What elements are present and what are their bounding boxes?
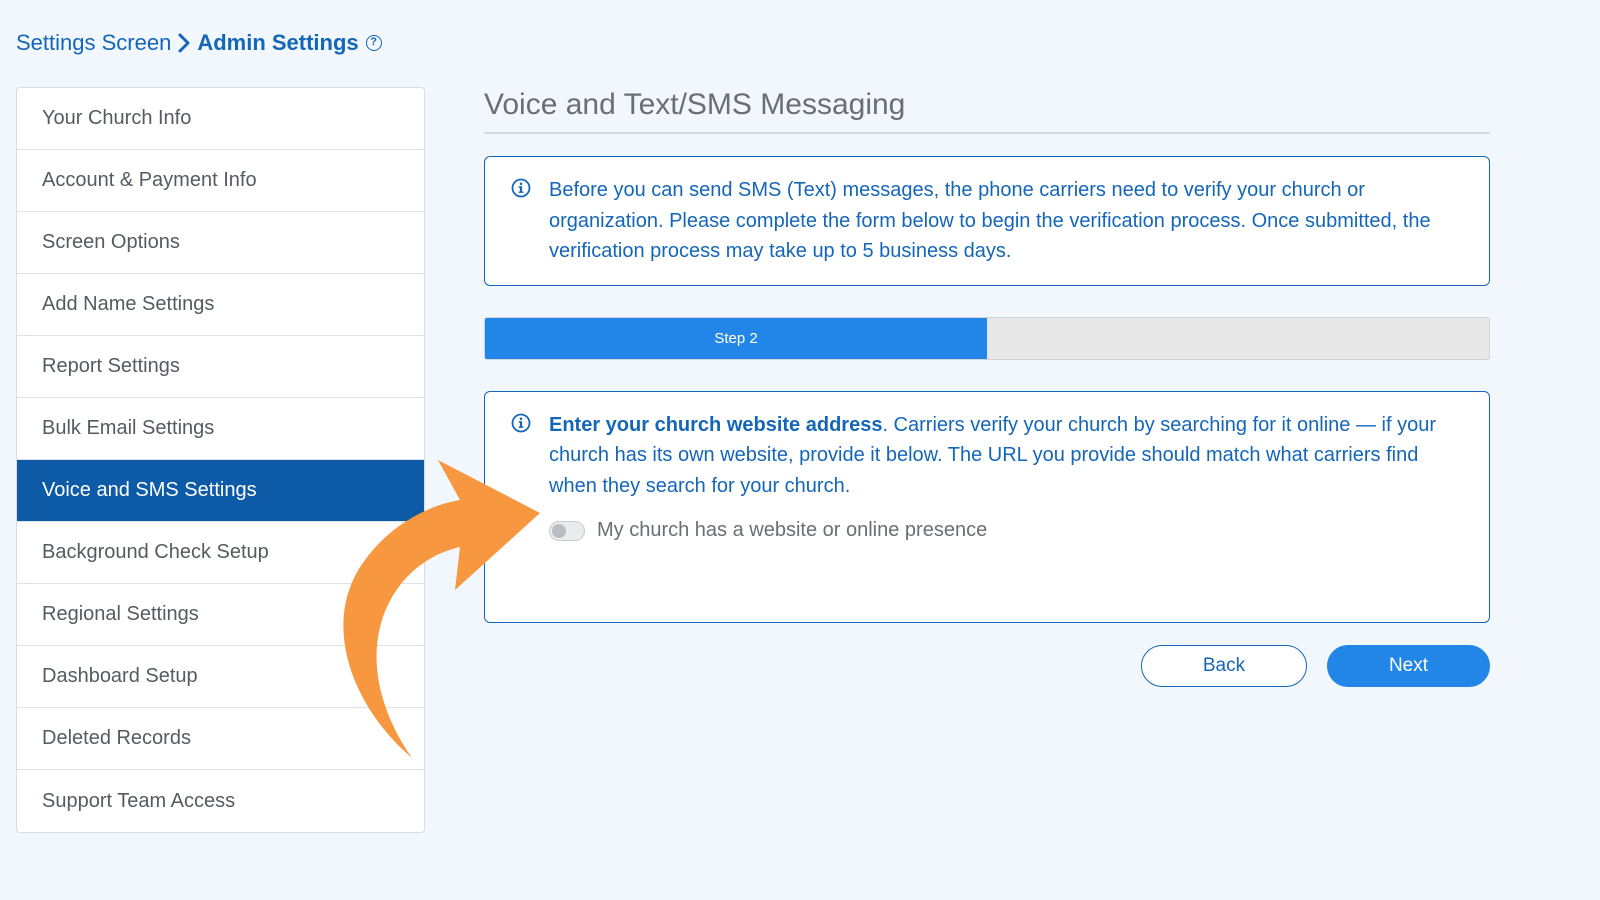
website-step-panel: Enter your church website address. Carri… [484, 390, 1490, 623]
sidebar-item-add-name-settings[interactable]: Add Name Settings [17, 274, 424, 336]
main-content: Voice and Text/SMS Messaging Before you … [484, 88, 1490, 623]
website-step-heading: Enter your church website address [549, 413, 883, 436]
next-button[interactable]: Next [1327, 645, 1490, 687]
sidebar-item-bulk-email-settings[interactable]: Bulk Email Settings [17, 398, 424, 460]
info-icon [511, 178, 531, 198]
website-presence-toggle-label[interactable]: My church has a website or online presen… [597, 519, 987, 542]
sidebar-item-report-settings[interactable]: Report Settings [17, 336, 424, 398]
website-step-instructions: Enter your church website address. Carri… [549, 410, 1463, 502]
breadcrumb: Settings Screen Admin Settings ? [16, 30, 382, 56]
sidebar-item-voice-and-sms-settings[interactable]: Voice and SMS Settings [17, 460, 424, 522]
back-button[interactable]: Back [1141, 645, 1307, 687]
wizard-actions: Back Next [1141, 645, 1490, 687]
info-icon [511, 413, 531, 433]
sidebar-item-background-check-setup[interactable]: Background Check Setup [17, 522, 424, 584]
verification-notice-text: Before you can send SMS (Text) messages,… [549, 179, 1431, 262]
sidebar-item-screen-options[interactable]: Screen Options [17, 212, 424, 274]
breadcrumb-settings-screen-link[interactable]: Settings Screen [16, 30, 171, 56]
sidebar-item-regional-settings[interactable]: Regional Settings [17, 584, 424, 646]
sidebar-item-your-church-info[interactable]: Your Church Info [17, 88, 424, 150]
sidebar-item-dashboard-setup[interactable]: Dashboard Setup [17, 646, 424, 708]
step-progress-label: Step 2 [714, 329, 758, 347]
admin-settings-page: Settings Screen Admin Settings ? Your Ch… [0, 0, 1600, 900]
step-progress-bar: Step 2 [484, 316, 1490, 360]
sidebar-item-support-team-access[interactable]: Support Team Access [17, 770, 424, 832]
website-toggle-row: My church has a website or online presen… [549, 519, 1463, 542]
sidebar-item-account-payment-info[interactable]: Account & Payment Info [17, 150, 424, 212]
toggle-knob [552, 523, 566, 538]
settings-sidebar: Your Church Info Account & Payment Info Sc… [16, 87, 425, 833]
website-presence-toggle[interactable] [549, 520, 585, 541]
sidebar-item-deleted-records[interactable]: Deleted Records [17, 708, 424, 770]
step-progress-fill: Step 2 [485, 317, 987, 359]
question-circle-icon[interactable]: ? [365, 35, 382, 51]
chevron-right-icon [177, 33, 191, 53]
page-title: Voice and Text/SMS Messaging [484, 88, 1490, 134]
verification-notice: Before you can send SMS (Text) messages,… [484, 156, 1490, 286]
breadcrumb-current: Admin Settings [197, 30, 359, 55]
